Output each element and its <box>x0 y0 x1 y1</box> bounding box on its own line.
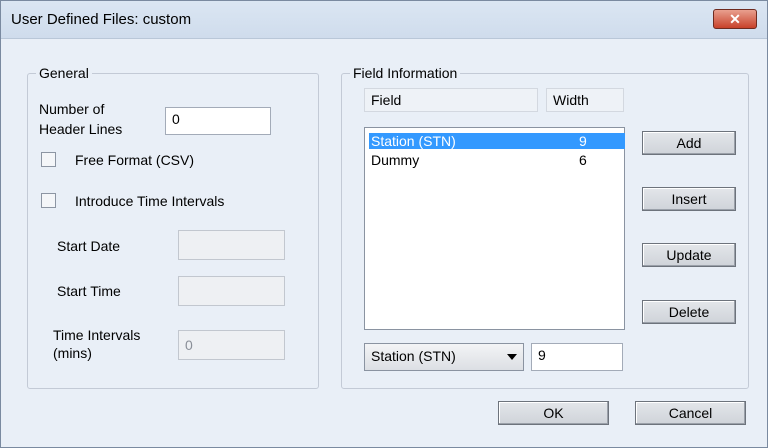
start-date-input[interactable] <box>178 230 285 260</box>
list-item-field: Station (STN) <box>371 133 456 149</box>
close-icon: ✕ <box>729 10 741 27</box>
time-intervals-checkbox[interactable] <box>41 193 56 208</box>
list-item[interactable]: Station (STN) 9 <box>369 133 625 149</box>
free-format-label: Free Format (CSV) <box>75 152 195 168</box>
start-time-label: Start Time <box>57 283 121 299</box>
update-button[interactable]: Update <box>642 243 736 267</box>
title-bar: User Defined Files: custom ✕ <box>1 1 767 39</box>
time-intervals-label: Introduce Time Intervals <box>75 193 225 209</box>
field-select[interactable]: Station (STN) <box>364 343 524 371</box>
ok-button[interactable]: OK <box>498 401 609 425</box>
start-date-label: Start Date <box>57 238 121 254</box>
chevron-down-icon <box>507 354 517 360</box>
list-item[interactable]: Dummy 6 <box>369 152 625 168</box>
time-interval-label-line1: Time Intervals <box>53 327 141 343</box>
field-select-value: Station (STN) <box>371 348 456 364</box>
time-interval-input[interactable]: 0 <box>178 330 285 360</box>
field-info-legend: Field Information <box>350 65 461 81</box>
delete-button[interactable]: Delete <box>642 300 736 324</box>
header-lines-label-line2: Header Lines <box>39 121 123 137</box>
add-button[interactable]: Add <box>642 131 736 155</box>
dialog-window: User Defined Files: custom ✕ General Num… <box>0 0 768 448</box>
cancel-button[interactable]: Cancel <box>635 401 746 425</box>
close-button[interactable]: ✕ <box>713 9 757 29</box>
header-lines-label-line1: Number of <box>39 101 105 117</box>
time-interval-label-line2: (mins) <box>53 345 92 361</box>
field-column-header: Field <box>364 88 538 112</box>
insert-button[interactable]: Insert <box>642 187 736 211</box>
list-item-field: Dummy <box>371 152 420 168</box>
list-item-width: 6 <box>579 152 587 168</box>
start-time-input[interactable] <box>178 276 285 306</box>
general-legend: General <box>36 65 92 81</box>
width-input[interactable]: 9 <box>531 343 623 371</box>
free-format-checkbox[interactable] <box>41 152 56 167</box>
header-lines-input[interactable]: 0 <box>165 107 271 135</box>
list-item-width: 9 <box>579 133 587 149</box>
field-list[interactable]: Station (STN) 9 Dummy 6 <box>364 127 625 330</box>
width-column-header: Width <box>546 88 624 112</box>
window-title: User Defined Files: custom <box>11 11 192 28</box>
